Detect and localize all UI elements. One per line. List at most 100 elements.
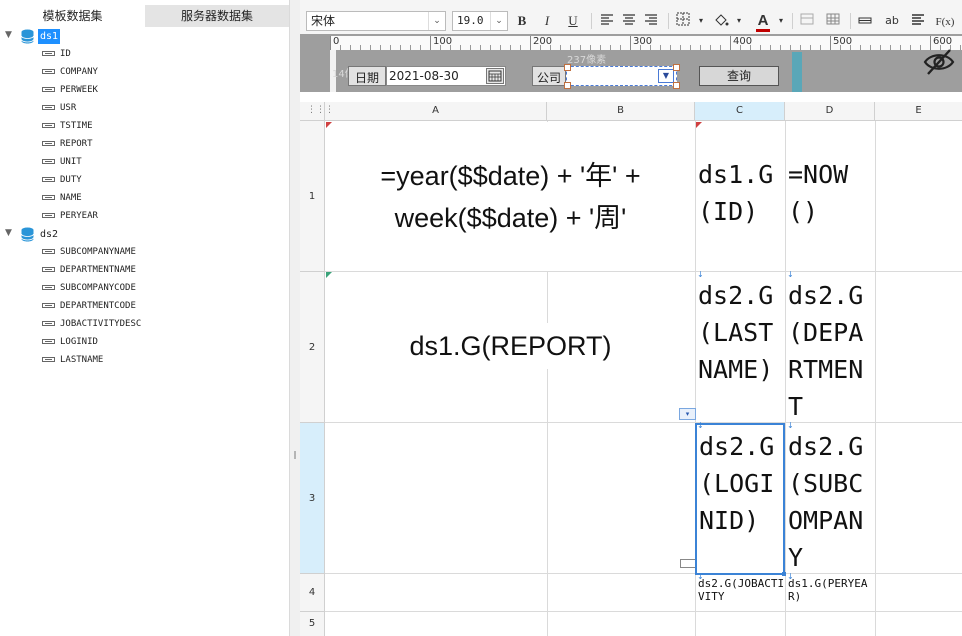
align-center-icon[interactable] (620, 12, 638, 30)
chevron-down-icon[interactable]: ▾ (772, 12, 790, 30)
field-item[interactable]: LASTNAME (42, 351, 242, 369)
field-item[interactable]: SUBCOMPANYCODE (42, 279, 242, 297)
merge-cells-icon[interactable] (798, 12, 816, 30)
ruler-tick (710, 45, 711, 50)
row-header-4[interactable]: 4 (300, 574, 324, 612)
dataset-ds1[interactable]: ▼ ds1 (0, 28, 200, 46)
resize-handle[interactable] (564, 64, 571, 71)
cell-d3[interactable]: ds2.G(SUBCOMPANY (786, 428, 875, 572)
field-item[interactable]: NAME (42, 189, 242, 207)
field-label: PERWEEK (60, 85, 98, 95)
cell-widget-icon[interactable] (680, 559, 696, 568)
col-header-d[interactable]: D (785, 102, 875, 120)
chevron-down-icon[interactable]: ▾ (692, 12, 710, 30)
ruler-tick (590, 45, 591, 50)
tab-template-datasets[interactable]: 模板数据集 (0, 5, 145, 27)
chevron-down-icon[interactable]: ▾ (730, 12, 748, 30)
field-item[interactable]: JOBACTIVITYDESC (42, 315, 242, 333)
strikethrough-icon[interactable] (856, 12, 874, 30)
cell-a1[interactable]: =year($$date) + '年' + week($$date) + '周' (326, 122, 695, 271)
panel-edge-strip (792, 52, 802, 92)
chevron-down-icon: ⌄ (428, 12, 445, 30)
cell-d1[interactable]: =NOW() (786, 156, 875, 236)
field-item[interactable]: USR (42, 99, 242, 117)
field-icon (42, 177, 55, 182)
cell-c4[interactable]: ds2.G(JOBACTIVITY (696, 577, 785, 611)
font-size-select[interactable]: 19.0 ⌄ (452, 11, 508, 31)
paragraph-icon[interactable] (909, 12, 927, 30)
field-label: NAME (60, 193, 82, 203)
date-input[interactable]: 2021-08-30 (386, 66, 506, 86)
field-item[interactable]: PERYEAR (42, 207, 242, 225)
field-item[interactable]: LOGINID (42, 333, 242, 351)
dataset-ds2[interactable]: ▼ ds2 (0, 226, 200, 244)
ruler-tick (820, 45, 821, 50)
ruler-tick (570, 45, 571, 50)
field-item[interactable]: COMPANY (42, 63, 242, 81)
col-header-b[interactable]: B (547, 102, 695, 120)
resize-handle[interactable] (673, 64, 680, 71)
ruler-tick (670, 45, 671, 50)
chevron-down-icon[interactable]: ▼ (5, 30, 13, 40)
row-header-bar: 1 2 3 4 5 (300, 121, 325, 636)
panel-splitter[interactable]: ‖ (289, 0, 300, 636)
row-header-1[interactable]: 1 (300, 121, 324, 272)
field-item[interactable]: TSTIME (42, 117, 242, 135)
chevron-down-icon[interactable]: ▼ (5, 228, 13, 238)
abbr-button[interactable]: ab (883, 12, 901, 30)
ruler-tick (680, 45, 681, 50)
field-item[interactable]: ID (42, 45, 242, 63)
cell-c2[interactable]: ds2.G(LASTNAME) (696, 277, 785, 421)
cell-a2[interactable]: ds1.G(REPORT) (326, 323, 695, 369)
field-item[interactable]: DEPARTMENTNAME (42, 261, 242, 279)
field-item[interactable]: DEPARTMENTCODE (42, 297, 242, 315)
italic-button[interactable]: I (538, 12, 556, 30)
align-right-icon[interactable] (642, 12, 660, 30)
cell-d2[interactable]: ds2.G(DEPARTMENT (786, 277, 875, 421)
field-label: REPORT (60, 139, 93, 149)
select-all-corner[interactable]: ⋮⋮⋮ (300, 102, 334, 120)
field-icon (42, 357, 55, 362)
row-header-2[interactable]: 2 (300, 272, 324, 423)
text-color-button[interactable]: A (754, 12, 772, 32)
underline-button[interactable]: U (564, 12, 582, 30)
eye-hidden-icon[interactable] (922, 48, 956, 76)
cell-c1[interactable]: ds1.G(ID) (696, 156, 785, 236)
date-label: 日期 (355, 71, 380, 85)
row-header-3[interactable]: 3 (300, 423, 324, 574)
dropdown-icon[interactable]: ▼ (658, 69, 674, 83)
field-item[interactable]: SUBCOMPANYNAME (42, 243, 242, 261)
ruler-tick (690, 45, 691, 50)
query-button[interactable]: 查询 (699, 66, 779, 86)
ruler-tick (860, 45, 861, 50)
calendar-icon[interactable] (486, 68, 504, 84)
field-item[interactable]: DUTY (42, 171, 242, 189)
resize-handle[interactable] (564, 82, 571, 89)
spreadsheet: ⋮⋮⋮ A B C D E 1 2 3 4 5 =year($$date) + … (300, 92, 962, 636)
col-header-e[interactable]: E (875, 102, 962, 120)
resize-handle[interactable] (673, 82, 680, 89)
company-select[interactable]: ▼ (564, 64, 680, 89)
cell-c3[interactable]: ds2.G(LOGINID) (697, 428, 784, 572)
ruler-tick (520, 45, 521, 50)
field-item[interactable]: PERWEEK (42, 81, 242, 99)
formula-button[interactable]: F(x) (933, 12, 957, 30)
border-icon[interactable] (674, 12, 692, 30)
align-left-icon[interactable] (598, 12, 616, 30)
row-header-5[interactable]: 5 (300, 612, 324, 636)
cell-dropdown-icon[interactable]: ▾ (679, 408, 696, 420)
cell-flag-icon (326, 122, 332, 128)
col-header-a[interactable]: A (325, 102, 547, 120)
ruler-tick (610, 45, 611, 50)
col-header-c[interactable]: C (695, 102, 785, 120)
field-item[interactable]: UNIT (42, 153, 242, 171)
ruler-tick (790, 45, 791, 50)
ruler-tick (780, 45, 781, 50)
field-item[interactable]: REPORT (42, 135, 242, 153)
tab-server-datasets[interactable]: 服务器数据集 (145, 5, 289, 27)
font-family-select[interactable]: 宋体 ⌄ (306, 11, 446, 31)
cell-d4[interactable]: ds1.G(PERYEAR) (786, 577, 875, 611)
fill-color-icon[interactable] (712, 12, 730, 30)
bold-button[interactable]: B (513, 12, 531, 30)
table-icon[interactable] (824, 12, 842, 30)
